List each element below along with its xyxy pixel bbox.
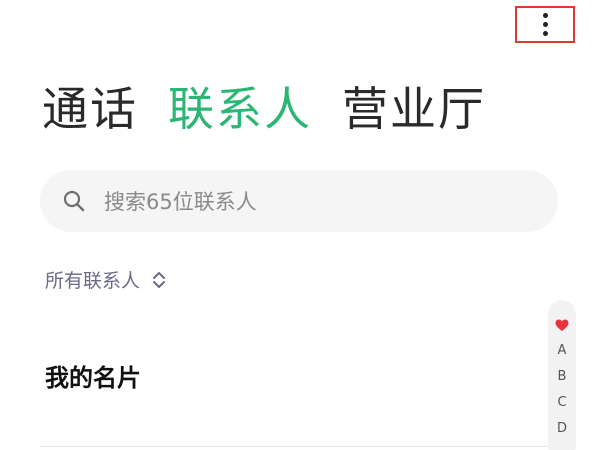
index-letter-a[interactable]: A [558,338,567,364]
chevron-up-down-icon [152,271,166,289]
more-options-button[interactable] [515,6,575,43]
contact-filter-dropdown[interactable]: 所有联系人 [45,266,166,293]
heart-icon[interactable] [555,314,569,336]
my-card-title[interactable]: 我的名片 [45,358,141,393]
divider [40,446,550,447]
tab-calls[interactable]: 通话 [42,86,138,132]
tab-bar: 通话 联系人 营业厅 [42,74,486,144]
filter-label: 所有联系人 [45,270,141,292]
alphabet-index[interactable]: A B C D [548,300,576,450]
index-letter-d[interactable]: D [557,416,567,442]
contacts-screen: 通话 联系人 营业厅 搜索65位联系人 所有联系人 我的名片 A B C D [0,0,600,450]
search-bar[interactable]: 搜索65位联系人 [40,170,558,232]
index-letter-c[interactable]: C [557,390,566,416]
search-icon [62,189,86,213]
tab-service-hall[interactable]: 营业厅 [342,86,486,132]
more-vertical-icon [542,13,548,36]
index-letter-b[interactable]: B [558,364,567,390]
tab-contacts[interactable]: 联系人 [168,86,312,132]
search-placeholder: 搜索65位联系人 [104,190,257,214]
